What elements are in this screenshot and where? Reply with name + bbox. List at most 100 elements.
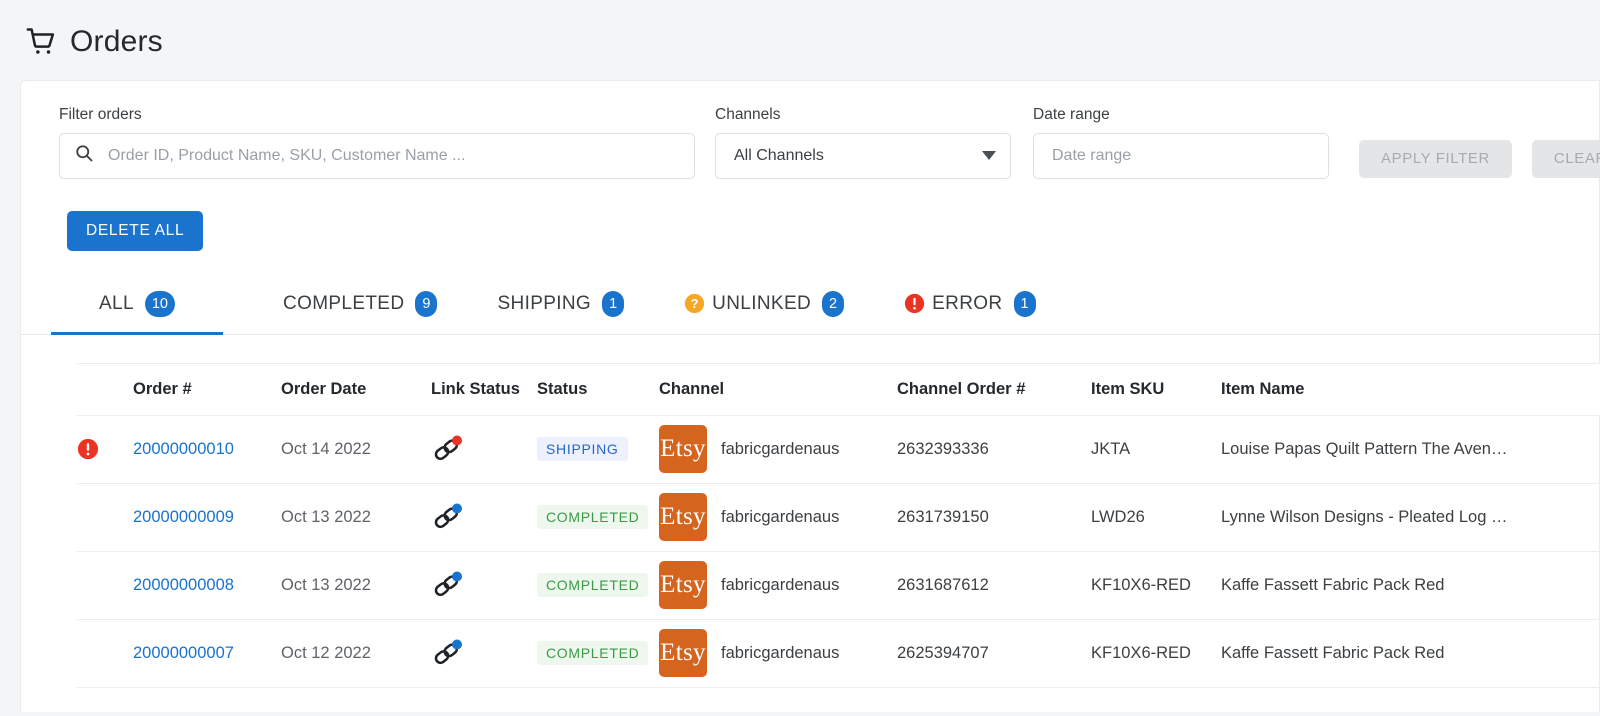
error-badge-icon — [77, 438, 133, 460]
channel-cell: Etsy fabricgardenaus — [659, 483, 897, 552]
link-status-cell — [431, 551, 537, 620]
column-header-link-status: Link Status — [431, 362, 537, 416]
tab-error[interactable]: ERROR 1 — [904, 277, 1036, 334]
clear-filter-button[interactable]: CLEAR — [1531, 139, 1600, 178]
tab-shipping-label: SHIPPING — [497, 292, 592, 314]
order-date-cell: Oct 14 2022 — [281, 415, 431, 484]
channels-selected-value: All Channels — [734, 146, 824, 164]
channels-select[interactable]: All Channels — [715, 132, 1011, 179]
link-status-icon[interactable] — [431, 434, 537, 464]
filter-orders-field: Filter orders — [59, 107, 695, 179]
channels-field: Channels All Channels — [715, 107, 1011, 179]
order-number-link[interactable]: 20000000010 — [133, 440, 234, 458]
item-name: Kaffe Fassett Fabric Pack Red — [1221, 643, 1445, 662]
search-input[interactable] — [106, 145, 680, 166]
channels-label: Channels — [715, 106, 781, 123]
delete-all-button[interactable]: DELETE ALL — [67, 210, 204, 251]
order-date-cell: Oct 13 2022 — [281, 483, 431, 552]
orders-card: Filter orders Channels All Channels Date… — [20, 80, 1600, 712]
link-status-cell — [431, 483, 537, 552]
tab-error-label: ERROR — [932, 292, 1003, 314]
filter-orders-label: Filter orders — [59, 106, 142, 123]
table-header-row: Order # Order Date Link Status Status Ch… — [77, 362, 1600, 416]
tab-all-count: 10 — [144, 290, 175, 317]
channel-name: fabricgardenaus — [721, 643, 840, 662]
column-header-order-number: Order # — [133, 362, 281, 416]
link-status-cell — [431, 415, 537, 484]
chevron-down-icon — [982, 151, 996, 160]
channel-cell: Etsy fabricgardenaus — [659, 619, 897, 688]
etsy-logo-icon: Etsy — [659, 561, 707, 609]
tab-unlinked[interactable]: ? UNLINKED 2 — [684, 277, 845, 334]
order-number-cell: 20000000008 — [133, 551, 281, 620]
table-row[interactable]: 20000000009 Oct 13 2022 COMPLETED Etsy f… — [77, 483, 1600, 552]
order-number-link[interactable]: 20000000008 — [133, 576, 234, 594]
orders-table-head: Order # Order Date Link Status Status Ch… — [77, 362, 1600, 416]
tab-shipping[interactable]: SHIPPING 1 — [497, 277, 625, 334]
status-cell: COMPLETED — [537, 551, 659, 620]
column-header-item-name: Item Name — [1221, 362, 1600, 416]
svg-text:?: ? — [691, 296, 699, 311]
link-status-icon[interactable] — [431, 570, 537, 600]
bulk-actions-row: DELETE ALL — [21, 179, 1599, 251]
table-row[interactable]: 20000000008 Oct 13 2022 COMPLETED Etsy f… — [77, 551, 1600, 620]
tab-completed-label: COMPLETED — [283, 292, 405, 314]
table-row[interactable]: 20000000010 Oct 14 2022 SHIPPING Etsy fa… — [77, 415, 1600, 484]
order-date-cell: Oct 13 2022 — [281, 551, 431, 620]
tab-error-count: 1 — [1013, 290, 1036, 317]
link-status-icon[interactable] — [431, 502, 537, 532]
tab-completed-count: 9 — [415, 290, 438, 317]
order-number-link[interactable]: 20000000007 — [133, 644, 234, 662]
tab-all[interactable]: ALL 10 — [51, 277, 223, 335]
order-number-cell: 20000000010 — [133, 415, 281, 484]
tab-shipping-count: 1 — [602, 290, 625, 317]
tab-unlinked-count: 2 — [822, 290, 845, 317]
tab-completed[interactable]: COMPLETED 9 — [283, 277, 438, 334]
date-range-input-wrapper[interactable]: Date range — [1033, 132, 1329, 179]
apply-filter-button[interactable]: APPLY FILTER — [1359, 139, 1512, 178]
status-badge: COMPLETED — [537, 641, 649, 665]
status-cell: COMPLETED — [537, 483, 659, 552]
table-row[interactable]: 20000000007 Oct 12 2022 COMPLETED Etsy f… — [77, 619, 1600, 688]
channel-cell: Etsy fabricgardenaus — [659, 415, 897, 484]
channel-name: fabricgardenaus — [721, 439, 840, 458]
status-badge: COMPLETED — [537, 505, 649, 529]
item-name: Louise Papas Quilt Pattern The Aven… — [1221, 439, 1508, 458]
orders-table: Order # Order Date Link Status Status Ch… — [77, 362, 1600, 688]
column-header-channel-order: Channel Order # — [897, 362, 1091, 416]
item-sku-cell: KF10X6-RED — [1091, 619, 1221, 688]
column-header-status: Status — [537, 362, 659, 416]
row-flag-cell — [77, 619, 133, 688]
page-header: Orders — [0, 0, 1600, 80]
status-badge: SHIPPING — [537, 437, 628, 461]
channel-order-cell: 2632393336 — [897, 415, 1091, 484]
channel-order-cell: 2631687612 — [897, 551, 1091, 620]
channel-name: fabricgardenaus — [721, 575, 840, 594]
order-number-link[interactable]: 20000000009 — [133, 508, 234, 526]
filter-bar: Filter orders Channels All Channels Date… — [21, 81, 1600, 179]
link-status-cell — [431, 619, 537, 688]
column-header-order-date: Order Date — [281, 362, 431, 416]
etsy-logo-icon: Etsy — [659, 425, 707, 473]
row-flag-cell — [77, 415, 133, 484]
page-title: Orders — [70, 25, 163, 58]
item-name-cell: Louise Papas Quilt Pattern The Aven… — [1221, 415, 1600, 484]
tab-unlinked-label: UNLINKED — [712, 292, 812, 314]
date-range-field: Date range Date range — [1033, 107, 1329, 179]
error-circle-icon — [904, 293, 925, 314]
item-sku-cell: JKTA — [1091, 415, 1221, 484]
item-name-cell: Kaffe Fassett Fabric Pack Red — [1221, 619, 1600, 688]
status-cell: COMPLETED — [537, 619, 659, 688]
tab-all-label: ALL — [99, 292, 134, 314]
status-tabs: ALL 10 COMPLETED 9 SHIPPING 1 ? UNLINKED… — [21, 277, 1599, 335]
order-date-cell: Oct 12 2022 — [281, 619, 431, 688]
link-status-icon[interactable] — [431, 638, 537, 668]
date-range-label: Date range — [1033, 106, 1110, 123]
etsy-logo-icon: Etsy — [659, 493, 707, 541]
search-input-wrapper[interactable] — [59, 132, 695, 179]
column-header-flag — [77, 362, 133, 416]
etsy-logo-icon: Etsy — [659, 629, 707, 677]
channel-order-cell: 2631739150 — [897, 483, 1091, 552]
orders-table-wrapper: Order # Order Date Link Status Status Ch… — [21, 335, 1600, 688]
item-name: Kaffe Fassett Fabric Pack Red — [1221, 575, 1445, 594]
